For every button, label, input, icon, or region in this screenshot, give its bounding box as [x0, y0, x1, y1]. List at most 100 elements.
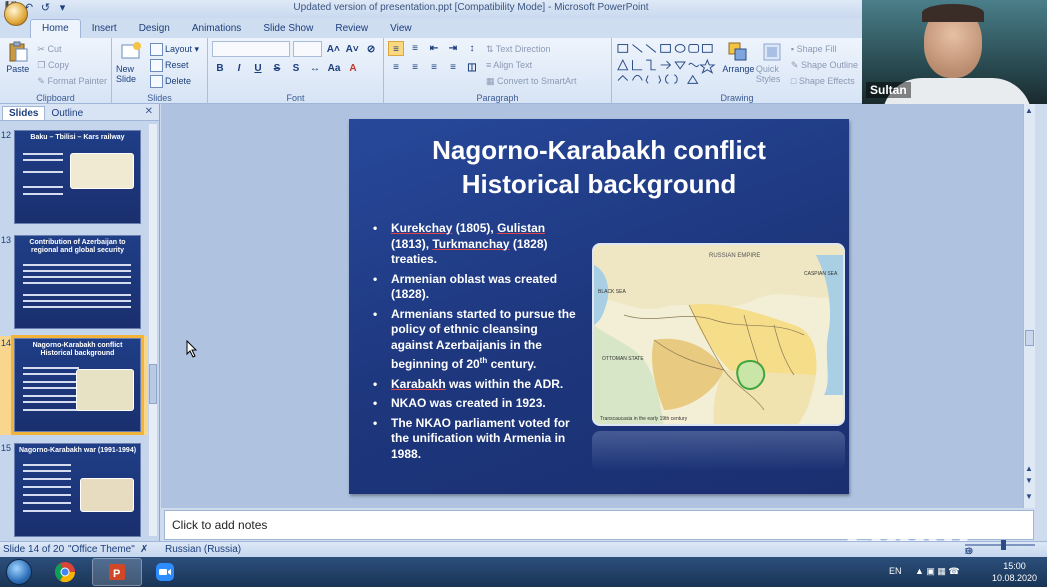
powerpoint-icon: P — [109, 564, 125, 580]
tab-slides[interactable]: Slides — [2, 106, 46, 120]
fit-window-icon[interactable]: □ — [965, 546, 971, 557]
arrange-icon — [728, 42, 747, 61]
underline-icon[interactable]: U — [250, 61, 266, 76]
fill-bucket-icon: ▪ — [790, 44, 795, 54]
format-painter-button[interactable]: ✎ Format Painter — [37, 73, 107, 89]
tray-icons[interactable]: ▲ ▣ ▦ ☎ — [915, 566, 960, 577]
svg-text:RUSSIAN EMPIRE: RUSSIAN EMPIRE — [709, 253, 760, 259]
layout-button[interactable]: Layout ▾ — [150, 41, 199, 57]
scrollbar-thumb[interactable] — [149, 364, 157, 404]
text-direction-button[interactable]: ⇅ Text Direction — [486, 41, 577, 57]
clipboard-group: Paste ✂ Cut ❐ Copy ✎ Format Painter Clip… — [0, 38, 112, 104]
clear-format-icon[interactable]: ⊘ — [363, 42, 379, 57]
align-left-icon[interactable]: ≡ — [388, 60, 404, 75]
new-slide-button[interactable]: New Slide — [116, 41, 146, 89]
language-indicator[interactable]: Russian (Russia) — [165, 544, 241, 555]
editor-scrollbar[interactable]: ▲ ▲ ▼ ▼ — [1023, 104, 1035, 508]
layout-icon — [150, 43, 163, 57]
bullets-icon[interactable]: ≡ — [388, 41, 404, 56]
shadow-icon[interactable]: S — [288, 61, 304, 76]
taskbar: P EN ▲ ▣ ▦ ☎ 15:00 10.08.2020 — [0, 557, 1047, 587]
shape-effects-button[interactable]: □ Shape Effects — [791, 73, 858, 89]
zoom-app-icon — [156, 563, 174, 581]
quick-styles-button[interactable]: Quick Styles — [756, 41, 789, 89]
slides-panel-scrollbar[interactable] — [149, 124, 157, 536]
tab-home[interactable]: Home — [30, 19, 81, 38]
arrange-button[interactable]: Arrange — [721, 41, 756, 89]
spacing-icon[interactable]: ↔ — [307, 61, 323, 76]
historical-map[interactable]: RUSSIAN EMPIRE BLACK SEA CASPIAN SEA OTT… — [592, 243, 845, 426]
slide-title[interactable]: Nagorno-Karabakh conflict Historical bac… — [349, 133, 849, 201]
webcam-video: Sultan — [862, 0, 1047, 104]
numbering-icon[interactable]: ≡ — [407, 41, 423, 56]
taskbar-zoom[interactable] — [140, 558, 190, 586]
close-icon[interactable]: ✕ — [145, 106, 153, 117]
notes-placeholder: Click to add notes — [172, 518, 268, 532]
taskbar-chrome[interactable] — [40, 558, 90, 586]
tab-review[interactable]: Review — [324, 20, 379, 38]
align-right-icon[interactable]: ≡ — [426, 60, 442, 75]
reset-button[interactable]: Reset — [150, 57, 199, 73]
slide-counter: Slide 14 of 20 — [3, 544, 65, 555]
bullet-ethnic-cleansing: Armenians started to pursue the policy o… — [371, 307, 583, 373]
copy-button[interactable]: ❐ Copy — [37, 57, 107, 73]
window-title: Updated version of presentation.ppt [Com… — [293, 2, 649, 13]
increase-indent-icon[interactable]: ⇥ — [445, 41, 461, 56]
outline-pen-icon: ✎ — [790, 60, 799, 70]
map-caption: Transcaucasia in the early 19th century — [600, 416, 688, 422]
bullet-nkao-created: NKAO was created in 1923. — [371, 396, 583, 412]
font-color-icon[interactable]: A — [345, 61, 361, 76]
clock[interactable]: 15:00 10.08.2020 — [992, 560, 1037, 584]
zoom-control[interactable]: ⊖ ⊕ □ — [965, 540, 1035, 557]
tab-design[interactable]: Design — [128, 20, 181, 38]
bold-icon[interactable]: B — [212, 61, 228, 76]
bullet-nkao-parliament: The NKAO parliament voted for the unific… — [371, 416, 583, 463]
shapes-gallery[interactable] — [616, 41, 721, 85]
paste-button[interactable]: Paste — [4, 41, 31, 89]
align-center-icon[interactable]: ≡ — [407, 60, 423, 75]
strikethrough-icon[interactable]: S — [269, 61, 285, 76]
decrease-indent-icon[interactable]: ⇤ — [426, 41, 442, 56]
shape-outline-button[interactable]: ✎ Shape Outline — [791, 57, 858, 73]
columns-icon[interactable]: ◫ — [464, 60, 480, 75]
justify-icon[interactable]: ≡ — [445, 60, 461, 75]
tab-insert[interactable]: Insert — [81, 20, 128, 38]
taskbar-powerpoint[interactable]: P — [92, 558, 142, 586]
previous-slide-icon[interactable]: ▲ — [1025, 464, 1033, 473]
align-text-button[interactable]: ≡ Align Text — [486, 57, 577, 73]
spellcheck-icon[interactable]: ✗ — [140, 544, 148, 555]
tab-view[interactable]: View — [379, 20, 423, 38]
webcam-person-hair — [922, 4, 984, 22]
scroll-down-icon[interactable]: ▼ — [1025, 492, 1033, 501]
start-button[interactable] — [2, 558, 36, 586]
scrollbar-thumb[interactable] — [1025, 330, 1034, 346]
convert-smartart-button[interactable]: ▦ Convert to SmartArt — [486, 73, 577, 89]
tab-animations[interactable]: Animations — [181, 20, 252, 38]
scroll-up-icon[interactable]: ▲ — [1025, 106, 1033, 115]
input-language[interactable]: EN — [889, 566, 902, 576]
tab-outline[interactable]: Outline — [45, 107, 89, 120]
cut-button[interactable]: ✂ Cut — [37, 41, 107, 57]
slide-thumbnail-15[interactable]: 15 Nagorno-Karabakh war (1991-1994) — [0, 441, 148, 540]
line-spacing-icon[interactable]: ↕ — [464, 41, 480, 56]
slide-thumbnail-12[interactable]: 12 Baku – Tbilisi – Kars railway — [0, 128, 148, 227]
next-slide-icon[interactable]: ▼ — [1025, 476, 1033, 485]
current-slide[interactable]: Nagorno-Karabakh conflict Historical bac… — [349, 119, 849, 494]
smartart-icon: ▦ — [486, 76, 495, 86]
italic-icon[interactable]: I — [231, 61, 247, 76]
thumbnail-title: Contribution of Azerbaijan to regional a… — [29, 239, 126, 254]
zoom-slider[interactable] — [965, 540, 1035, 550]
shrink-font-icon[interactable]: A˅ — [344, 42, 360, 57]
office-button[interactable] — [4, 2, 28, 26]
slide-thumbnail-13[interactable]: 13 Contribution of Azerbaijan to regiona… — [0, 233, 148, 332]
shape-fill-button[interactable]: ▪ Shape Fill — [791, 41, 858, 57]
bullet-list[interactable]: Kurekchay (1805), Gulistan (1813), Turkm… — [371, 221, 583, 466]
grow-font-icon[interactable]: A˄ — [325, 42, 341, 57]
font-name-field[interactable] — [212, 41, 290, 57]
delete-icon — [150, 75, 163, 89]
change-case-icon[interactable]: Aa — [326, 61, 342, 76]
delete-button[interactable]: Delete — [150, 73, 199, 89]
font-size-field[interactable] — [292, 41, 323, 57]
tab-slide-show[interactable]: Slide Show — [252, 20, 324, 38]
slide-thumbnail-14[interactable]: 14 Nagorno-Karabakh conflict Historical … — [0, 335, 148, 435]
